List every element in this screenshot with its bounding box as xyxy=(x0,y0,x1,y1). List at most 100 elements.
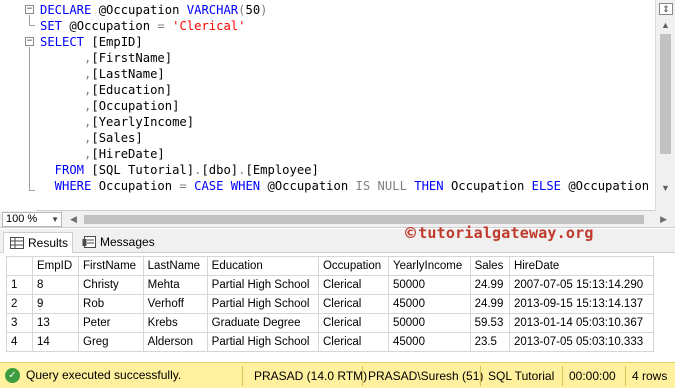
scroll-right-icon[interactable]: ▶ xyxy=(660,214,667,225)
code-token: THEN xyxy=(414,179,451,193)
table-cell[interactable]: Clerical xyxy=(317,332,390,352)
code-token: ) xyxy=(260,3,268,17)
table-cell[interactable]: Mehta xyxy=(142,275,208,295)
code-text[interactable]: DECLARE @Occupation VARCHAR(50) SET @Occu… xyxy=(40,2,675,194)
table-cell[interactable]: 50000 xyxy=(388,275,471,295)
code-token: [Education] xyxy=(91,83,173,97)
code-token: , xyxy=(40,51,92,65)
table-row[interactable]: 3 13 Peter Krebs Graduate Degree Clerical 5000… xyxy=(6,313,655,333)
table-cell[interactable]: Christy xyxy=(78,275,144,295)
table-cell[interactable]: Clerical xyxy=(317,275,390,295)
results-grid[interactable]: EmpID FirstName LastName Education Occupatio… xyxy=(6,256,655,352)
editor-gutter: − − xyxy=(0,0,36,211)
code-line[interactable]: DECLARE @Occupation VARCHAR(50) xyxy=(40,2,654,18)
table-cell[interactable]: 50000 xyxy=(388,313,471,333)
collapse-icon[interactable]: − xyxy=(25,37,34,46)
table-cell[interactable]: 13 xyxy=(31,313,80,333)
code-line[interactable]: ,[Education] xyxy=(40,82,654,98)
row-number[interactable]: 2 xyxy=(6,294,33,314)
query-editor[interactable]: − − DECLARE @Occupation VARCHAR(50) SET @… xyxy=(0,0,675,211)
code-token: [Sales] xyxy=(91,131,143,145)
column-header[interactable]: EmpID xyxy=(31,256,80,276)
table-row[interactable]: 4 14 Greg Alderson Partial High School Cleric… xyxy=(6,332,655,352)
table-cell[interactable]: Verhoff xyxy=(142,294,208,314)
row-number[interactable]: 1 xyxy=(6,275,33,295)
tab-results[interactable]: Results xyxy=(3,232,73,253)
table-cell[interactable]: Alderson xyxy=(142,332,208,352)
fold-line xyxy=(29,15,30,25)
table-cell[interactable]: Krebs xyxy=(142,313,208,333)
table-cell[interactable]: 2013-01-14 05:03:10.367 xyxy=(508,313,655,333)
table-cell[interactable]: 24.99 xyxy=(469,294,510,314)
code-line[interactable]: SELECT [EmpID] xyxy=(40,34,654,50)
grid-corner[interactable] xyxy=(6,256,33,276)
column-header[interactable]: YearlyIncome xyxy=(388,256,471,276)
split-icon[interactable]: ⇕ xyxy=(659,3,673,15)
table-cell[interactable]: Clerical xyxy=(317,294,390,314)
code-token: [Employee] xyxy=(245,163,319,177)
table-cell[interactable]: Greg xyxy=(78,332,144,352)
row-number[interactable]: 3 xyxy=(6,313,33,333)
code-line[interactable]: ,[YearlyIncome] xyxy=(40,114,654,130)
code-line[interactable]: ,[Sales] xyxy=(40,130,654,146)
zoom-select[interactable]: 100 % ▼ xyxy=(2,212,62,227)
column-header[interactable]: LastName xyxy=(142,256,208,276)
column-header[interactable]: HireDate xyxy=(508,256,655,276)
code-line[interactable]: ,[HireDate] xyxy=(40,146,654,162)
code-token: Occupation xyxy=(98,179,180,193)
code-token: = xyxy=(179,179,195,193)
scroll-down-icon[interactable]: ▼ xyxy=(661,183,670,193)
status-divider xyxy=(480,366,481,386)
table-cell[interactable]: 14 xyxy=(31,332,80,352)
status-user: PRASAD\Suresh (51) xyxy=(368,369,484,383)
table-cell[interactable]: Rob xyxy=(78,294,144,314)
table-cell[interactable]: Peter xyxy=(78,313,144,333)
code-line[interactable]: ,[FirstName] xyxy=(40,50,654,66)
table-cell[interactable]: 23.5 xyxy=(469,332,510,352)
horizontal-scroll-thumb[interactable] xyxy=(84,215,644,224)
code-token: SET xyxy=(40,19,70,33)
code-line[interactable]: FROM [SQL Tutorial].[dbo].[Employee] xyxy=(40,162,654,178)
code-token: ELSE xyxy=(531,179,569,193)
code-line[interactable]: ,[Occupation] xyxy=(40,98,654,114)
column-header[interactable]: Occupation xyxy=(317,256,390,276)
row-number[interactable]: 4 xyxy=(6,332,33,352)
table-cell[interactable]: Clerical xyxy=(317,313,390,333)
code-token: , xyxy=(40,83,92,97)
grid-icon xyxy=(10,237,24,249)
code-token: FROM xyxy=(40,163,92,177)
column-header[interactable]: FirstName xyxy=(78,256,144,276)
code-token: CASE WHEN xyxy=(194,179,268,193)
table-row[interactable]: 1 8 Christy Mehta Partial High School Clerica… xyxy=(6,275,655,295)
table-cell[interactable]: 45000 xyxy=(388,332,471,352)
scroll-thumb[interactable] xyxy=(660,34,671,154)
code-line[interactable]: ,[LastName] xyxy=(40,66,654,82)
column-header[interactable]: Education xyxy=(206,256,319,276)
table-cell[interactable]: 2007-07-05 15:13:14.290 xyxy=(508,275,655,295)
table-cell[interactable]: 2013-09-15 15:13:14.137 xyxy=(508,294,655,314)
table-cell[interactable]: 59.53 xyxy=(469,313,510,333)
code-token: 50 xyxy=(245,3,261,17)
column-header[interactable]: Sales xyxy=(469,256,510,276)
tab-messages[interactable]: Messages xyxy=(76,232,156,253)
table-row[interactable]: 2 9 Rob Verhoff Partial High School Clerical 4… xyxy=(6,294,655,314)
table-cell[interactable]: 8 xyxy=(31,275,80,295)
table-cell[interactable]: 45000 xyxy=(388,294,471,314)
table-cell[interactable]: Partial High School xyxy=(206,332,319,352)
table-cell[interactable]: 9 xyxy=(31,294,80,314)
scroll-left-icon[interactable]: ◀ xyxy=(70,214,77,225)
code-token: SELECT xyxy=(40,35,92,49)
table-cell[interactable]: Graduate Degree xyxy=(206,313,319,333)
watermark-text: tutorialgateway.org xyxy=(418,224,594,242)
scroll-up-icon[interactable]: ▲ xyxy=(661,20,670,30)
table-cell[interactable]: 2013-07-05 05:03:10.333 xyxy=(508,332,655,352)
chevron-down-icon[interactable]: ▼ xyxy=(51,213,59,226)
collapse-icon[interactable]: − xyxy=(25,5,34,14)
vertical-scrollbar[interactable]: ⇕ ▲ ▼ xyxy=(655,0,675,211)
table-cell[interactable]: Partial High School xyxy=(206,275,319,295)
table-cell[interactable]: Partial High School xyxy=(206,294,319,314)
table-cell[interactable]: 24.99 xyxy=(469,275,510,295)
code-line[interactable]: SET @Occupation = 'Clerical' xyxy=(40,18,654,34)
code-token: = xyxy=(157,19,173,33)
code-line[interactable]: WHERE Occupation = CASE WHEN @Occupation… xyxy=(40,178,675,194)
